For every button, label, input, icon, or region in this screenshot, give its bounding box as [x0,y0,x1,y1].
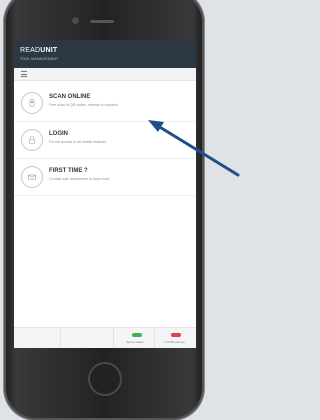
scanner-status-label: © 2018 scanner [164,340,186,344]
menu-item-scan-online[interactable]: SCAN ONLINE Free scan of QR codes, inter… [14,85,196,122]
app-subtitle: TOOL MANAGEMENT [20,57,59,61]
menu-item-title: SCAN ONLINE [49,94,91,100]
server-status-indicator [132,333,142,337]
footer-slot [60,328,114,348]
menu-item-title: FIRST TIME ? [49,168,88,174]
footer-slot [14,328,61,348]
brand-logo: READUNIT [20,47,57,54]
brand-bold: UNIT [40,47,58,54]
speaker-grille [90,20,114,23]
menu-item-description: Free scan of QR codes, internet is requi… [49,103,118,107]
app-screen: READUNIT TOOL MANAGEMENT SCAN ONLINE Fre… [14,40,196,348]
qr-scan-icon [21,92,43,114]
footer-bar: Server status © 2018 scanner [14,327,196,348]
footer-slot [113,328,155,348]
menu-item-first-time[interactable]: FIRST TIME ? Contact sale department to … [14,159,196,196]
mail-icon [21,166,43,188]
menu-item-title: LOGIN [49,131,68,137]
camera-icon [72,17,79,24]
login-icon [21,129,43,151]
server-status-label: Server status [126,340,144,344]
menu-item-description: Contact sale department to hear more [49,177,110,181]
scanner-status-indicator [171,333,181,337]
menu-item-description: For full access to all mobile features [49,140,107,144]
phone-frame: READUNIT TOOL MANAGEMENT SCAN ONLINE Fre… [4,0,204,420]
brand-prefix: READ [20,47,41,54]
home-button[interactable] [88,362,122,396]
menu-item-login[interactable]: LOGIN For full access to all mobile feat… [14,122,196,159]
toolbar [14,68,196,81]
hamburger-menu-icon[interactable] [21,71,27,77]
app-header: READUNIT TOOL MANAGEMENT [14,40,196,68]
